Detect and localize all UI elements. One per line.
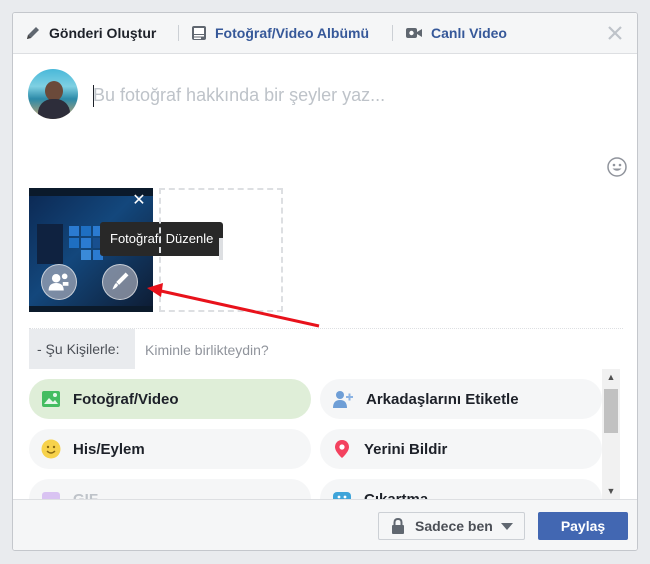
privacy-selector[interactable]: Sadece ben xyxy=(378,512,525,540)
add-more-photos-button[interactable] xyxy=(159,188,283,312)
close-icon[interactable] xyxy=(605,23,625,43)
tag-people-icon xyxy=(48,273,69,291)
option-label: His/Eylem xyxy=(73,440,145,458)
tag-photo-button[interactable] xyxy=(41,264,77,300)
tab-separator xyxy=(178,25,179,41)
pencil-icon xyxy=(27,27,39,39)
location-pin-icon xyxy=(335,440,349,458)
lock-icon xyxy=(392,518,404,534)
option-label: Fotoğraf/Video xyxy=(73,390,179,408)
sticker-option[interactable]: Çıkartma xyxy=(320,479,602,499)
dialog-footer: Sadece ben Paylaş xyxy=(13,499,637,550)
edit-photo-button[interactable] xyxy=(102,264,138,300)
emoji-icon[interactable] xyxy=(607,157,627,177)
gif-option[interactable]: GIF xyxy=(29,479,311,499)
scroll-thumb[interactable] xyxy=(604,389,618,433)
dialog-header: Gönderi Oluştur Fotoğraf/Video Albümü Ca… xyxy=(13,13,637,54)
scroll-down-arrow-icon[interactable]: ▼ xyxy=(602,483,620,499)
video-camera-icon xyxy=(406,28,422,38)
option-label: Yerini Bildir xyxy=(364,440,448,458)
plus-icon xyxy=(219,238,223,260)
tag-friends-option[interactable]: Arkadaşlarını Etiketle xyxy=(320,379,602,419)
brush-icon xyxy=(112,272,129,290)
create-post-dialog: Gönderi Oluştur Fotoğraf/Video Albümü Ca… xyxy=(12,12,638,551)
privacy-label: Sadece ben xyxy=(415,518,493,534)
photo-video-option[interactable]: Fotoğraf/Video xyxy=(29,379,311,419)
remove-photo-icon[interactable]: ✕ xyxy=(131,193,147,209)
with-people-row: - Şu Kişilerle: xyxy=(29,329,623,369)
option-label: Çıkartma xyxy=(364,490,429,500)
chevron-down-icon xyxy=(500,522,513,530)
sticker-icon xyxy=(333,492,351,499)
tab-label: Canlı Video xyxy=(431,25,507,41)
tab-live-video[interactable]: Canlı Video xyxy=(405,13,507,53)
photo-icon xyxy=(42,391,60,407)
tag-friends-icon xyxy=(333,391,353,408)
tab-photo-video-album[interactable]: Fotoğraf/Video Albümü xyxy=(191,13,369,53)
with-people-label: - Şu Kişilerle: xyxy=(29,329,135,369)
album-icon xyxy=(192,26,206,40)
feeling-activity-option[interactable]: His/Eylem xyxy=(29,429,311,469)
scroll-up-arrow-icon[interactable]: ▲ xyxy=(602,369,620,385)
avatar[interactable] xyxy=(28,69,78,119)
option-label: Arkadaşlarını Etiketle xyxy=(366,390,519,408)
check-in-option[interactable]: Yerini Bildir xyxy=(320,429,602,469)
share-button[interactable]: Paylaş xyxy=(538,512,628,540)
text-caret xyxy=(93,85,94,107)
option-label: GIF xyxy=(73,490,98,500)
with-people-input[interactable] xyxy=(143,337,607,363)
gif-icon xyxy=(42,492,60,499)
tab-label: Gönderi Oluştur xyxy=(49,25,157,41)
tab-separator xyxy=(392,25,393,41)
tab-create-post[interactable]: Gönderi Oluştur xyxy=(25,13,156,53)
smiley-icon xyxy=(41,439,61,459)
options-scrollbar[interactable]: ▲ ▼ xyxy=(602,369,620,499)
tab-label: Fotoğraf/Video Albümü xyxy=(215,25,369,41)
post-options-list: Fotoğraf/Video Arkadaşlarını Etiketle Hi… xyxy=(13,369,637,499)
post-text-input[interactable] xyxy=(93,83,553,107)
